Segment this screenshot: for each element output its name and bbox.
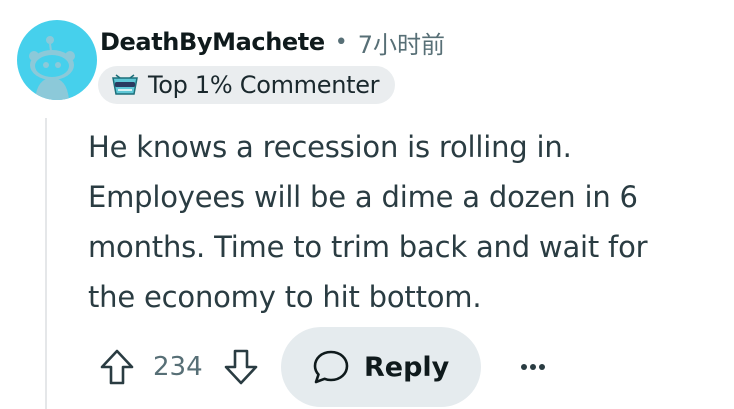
comment-body: He knows a recession is rolling in. Empl… [88, 122, 718, 322]
timestamp[interactable]: 7小时前 [358, 25, 445, 60]
downvote-button[interactable] [219, 345, 263, 389]
separator-dot: • [334, 29, 348, 55]
comment-line: the economy to hit bottom. [88, 280, 482, 314]
downvote-arrow-icon [224, 349, 257, 385]
ellipsis-icon [520, 364, 545, 370]
comment-actions: 234 Reply [95, 327, 555, 407]
comment-line: Employees will be a dime a dozen in 6 [88, 180, 638, 214]
user-flair: Top 1% Commenter [98, 66, 396, 104]
upvote-arrow-icon [100, 349, 134, 385]
crown-gem-icon [112, 74, 138, 95]
comment-header: DeathByMachete • 7小时前 [100, 24, 445, 60]
username-link[interactable]: DeathByMachete [100, 28, 325, 56]
thread-line[interactable] [45, 118, 47, 409]
comment-line: months. Time to trim back and wait for [88, 230, 648, 264]
more-options-button[interactable] [511, 345, 555, 389]
reply-button[interactable]: Reply [280, 327, 481, 407]
vote-count: 234 [153, 352, 203, 382]
comment-line: He knows a recession is rolling in. [88, 130, 572, 164]
speech-bubble-icon [313, 350, 349, 384]
flair-text: Top 1% Commenter [148, 71, 380, 99]
reply-label: Reply [363, 351, 450, 383]
upvote-button[interactable] [95, 345, 139, 389]
avatar[interactable] [17, 20, 97, 100]
snoo-avatar-icon [17, 20, 97, 100]
